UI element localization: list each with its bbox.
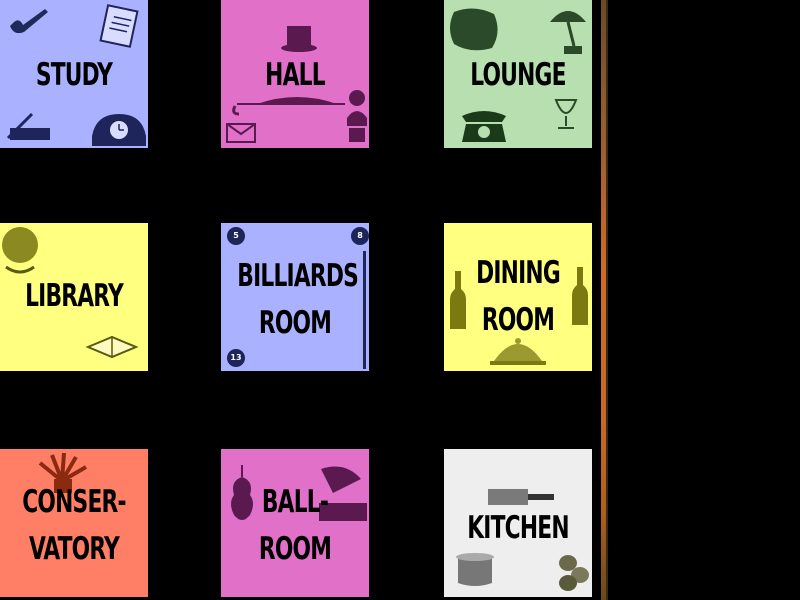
billiard-ball-8-icon: 8 [351, 227, 369, 245]
room-label-line: VATORY [29, 531, 120, 567]
room-label-line: DINING [476, 255, 561, 291]
room-label-line: ROOM [258, 305, 332, 341]
room-kitchen[interactable]: KITCHEN [444, 449, 592, 597]
room-label-line: ROOM [258, 531, 332, 567]
room-ballroom[interactable]: BALL- ROOM [221, 449, 369, 597]
room-study[interactable]: STUDY [0, 0, 148, 148]
room-label: BILLIARDS ROOM [237, 253, 359, 347]
inkwell-quill-icon [6, 112, 50, 140]
top-hat-icon [281, 26, 317, 52]
letter-icon [99, 4, 139, 48]
telephone-icon [462, 111, 506, 142]
open-book-icon [85, 335, 139, 359]
room-conservatory[interactable]: CONSER- VATORY [0, 449, 148, 597]
room-label: STUDY [16, 52, 131, 99]
room-label-line: BALL- [261, 484, 329, 520]
room-label-line: HALL [265, 57, 325, 93]
room-label-line: ROOM [481, 302, 555, 338]
room-library[interactable]: LIBRARY [0, 223, 148, 371]
room-label: LOUNGE [460, 52, 575, 99]
room-dining[interactable]: DINING ROOM [444, 223, 592, 371]
pipe-icon [10, 9, 48, 34]
envelope-icon [226, 123, 256, 143]
vegetables-icon [559, 555, 589, 591]
room-label: LIBRARY [16, 273, 131, 320]
room-lounge[interactable]: LOUNGE [444, 0, 592, 148]
room-label-line: LIBRARY [25, 278, 124, 314]
room-label-line: KITCHEN [467, 510, 569, 546]
room-label-line: LOUNGE [470, 57, 566, 93]
room-billiards[interactable]: 5 8 13 BILLIARDS ROOM [221, 223, 369, 371]
billiard-ball-5-icon: 5 [227, 227, 245, 245]
board-divider [601, 0, 608, 600]
room-label: DINING ROOM [460, 250, 575, 344]
cushion-icon [450, 8, 498, 51]
globe-icon [2, 227, 38, 274]
room-label: BALL- ROOM [237, 479, 352, 573]
mantel-clock-icon [92, 114, 146, 146]
room-label-line: CONSER- [22, 484, 126, 520]
room-label: CONSER- VATORY [16, 479, 131, 573]
billiard-ball-13-icon: 13 [227, 349, 245, 367]
room-label-line: BILLIARDS [237, 258, 359, 294]
room-label: KITCHEN [460, 505, 575, 552]
table-lamp-icon [550, 11, 586, 54]
cooking-pot-icon [456, 553, 494, 586]
brandy-glass-icon [554, 99, 578, 129]
room-hall[interactable]: HALL [221, 0, 369, 148]
cue-stick-icon [363, 251, 366, 369]
room-label: HALL [237, 52, 352, 99]
room-label-line: STUDY [35, 57, 113, 93]
